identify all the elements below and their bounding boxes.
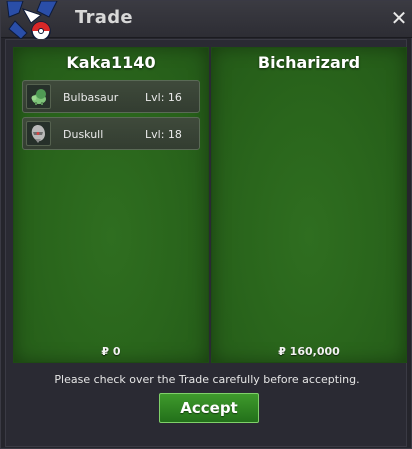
duskull-icon bbox=[31, 125, 45, 143]
title-bar[interactable]: Trade ✕ bbox=[1, 1, 412, 41]
bulbasaur-icon bbox=[31, 89, 46, 105]
trade-item-duskull[interactable]: Duskull Lvl: 18 bbox=[22, 117, 200, 150]
trade-item-bulbasaur[interactable]: Bulbasaur Lvl: 16 bbox=[22, 80, 200, 113]
trade-panel-left: Kaka1140 Bulbasaur Lvl: 16 Duskull Lvl: … bbox=[13, 47, 209, 363]
window-title: Trade bbox=[75, 7, 133, 28]
money-offer-left: ₽ 0 bbox=[101, 345, 121, 358]
trade-panel-right: Bicharizard ₽ 160,000 bbox=[211, 47, 407, 363]
trader-name-right: Bicharizard bbox=[257, 53, 361, 72]
item-name: Bulbasaur bbox=[63, 91, 119, 104]
pokeball-logo-icon bbox=[6, 1, 58, 41]
accept-button[interactable]: Accept bbox=[159, 393, 259, 423]
close-button[interactable]: ✕ bbox=[389, 6, 409, 30]
item-level: Lvl: 16 bbox=[145, 91, 182, 104]
trade-window: Trade ✕ Kaka1140 Bulbasaur Lvl: 16 Dusku… bbox=[0, 0, 412, 449]
trade-notice-text: Please check over the Trade carefully be… bbox=[54, 373, 360, 386]
item-name: Duskull bbox=[63, 128, 104, 141]
trader-name-left: Kaka1140 bbox=[66, 53, 156, 72]
money-offer-right: ₽ 160,000 bbox=[278, 345, 340, 358]
item-level: Lvl: 18 bbox=[145, 128, 182, 141]
